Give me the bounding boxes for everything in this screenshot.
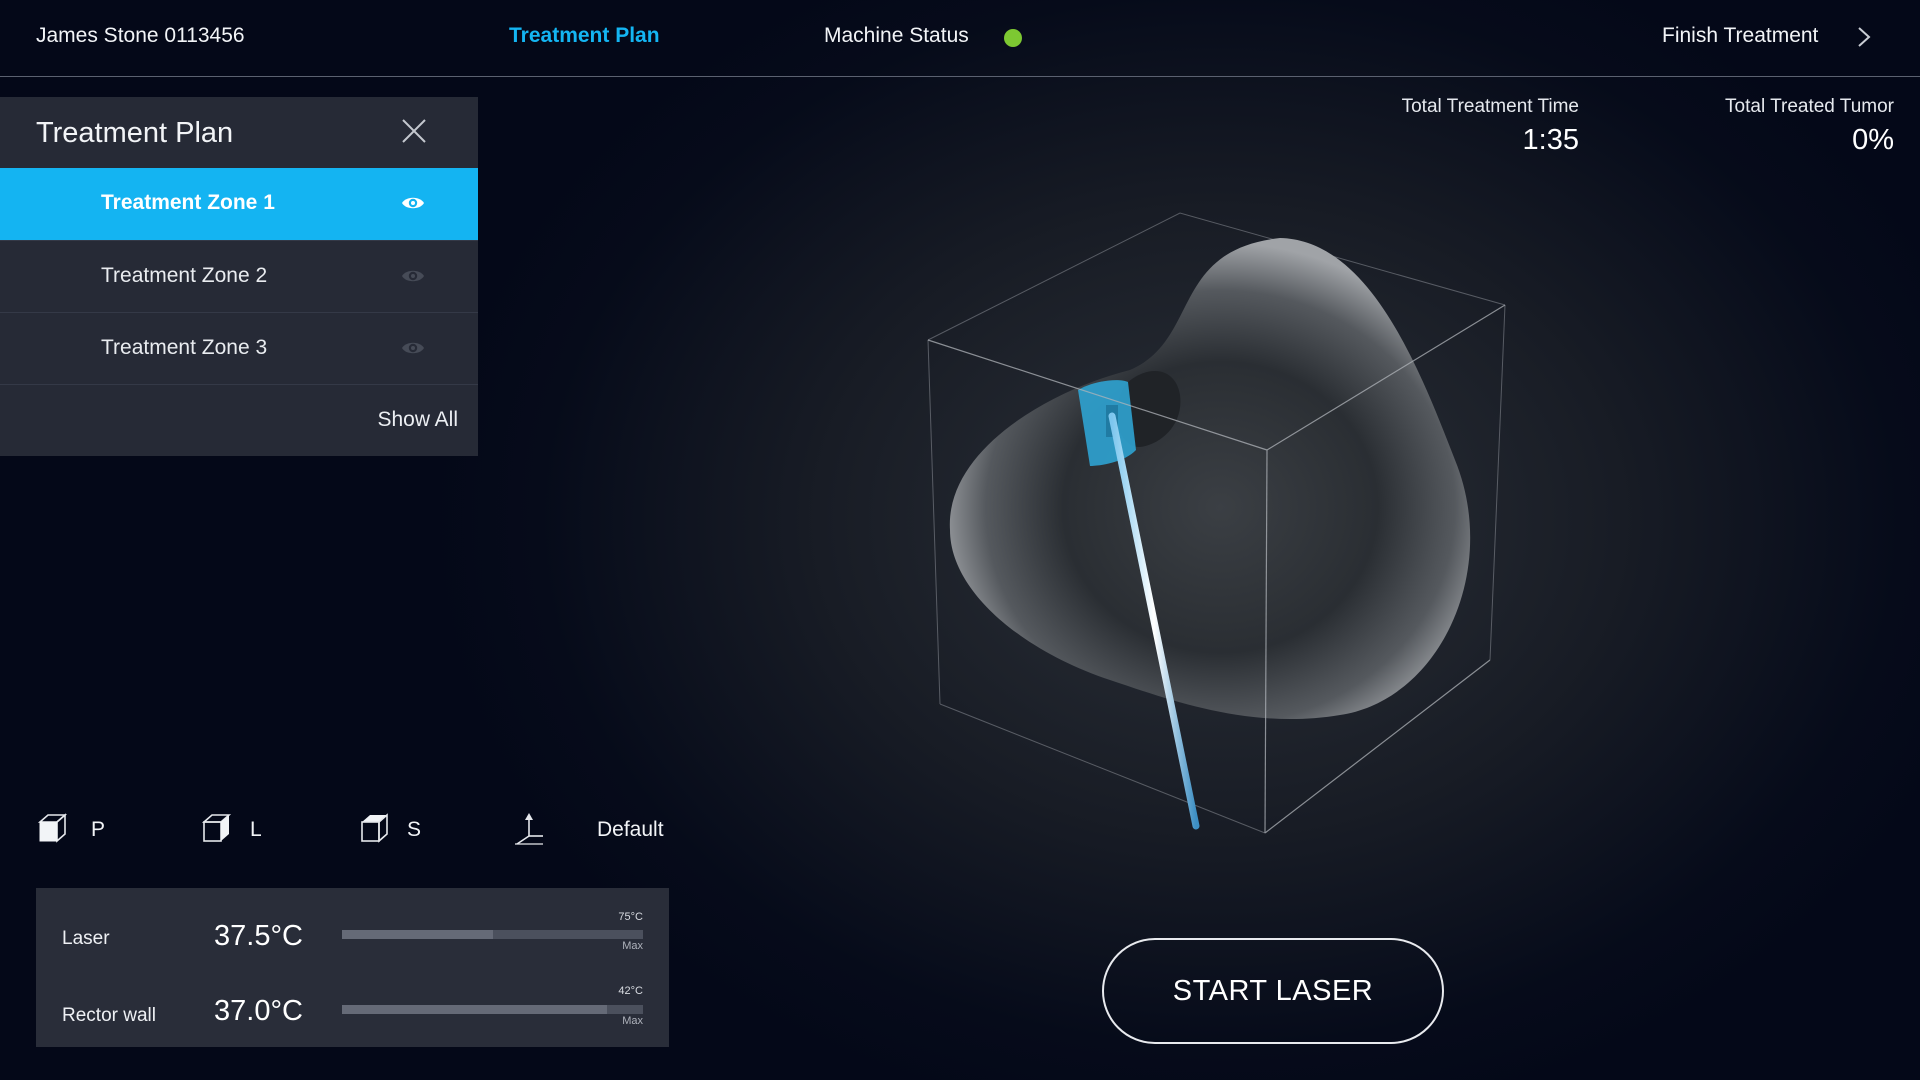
view-s-button[interactable]: S [358, 808, 468, 852]
tumor-volume [949, 238, 1471, 720]
start-laser-button[interactable]: START LASER [1102, 938, 1444, 1044]
stat-label: Total Treated Tumor [1725, 96, 1894, 117]
stat-value: 0% [1852, 124, 1894, 156]
zone-label: Treatment Zone 2 [101, 264, 268, 287]
view-p-button[interactable]: P [36, 808, 146, 852]
laser-temperature-row: Laser 37.5°C 75°C Max [36, 908, 669, 968]
treatment-zone-3[interactable]: Treatment Zone 3 [0, 312, 478, 384]
view-l-button[interactable]: L [200, 808, 310, 852]
machine-status-label[interactable]: Machine Status [824, 24, 969, 48]
eye-icon[interactable] [400, 190, 426, 216]
view-label: Default [597, 818, 664, 841]
finish-treatment-button[interactable]: Finish Treatment [1662, 24, 1818, 48]
patient-name: James Stone 0113456 [36, 24, 245, 47]
show-all-button[interactable]: Show All [377, 408, 458, 432]
cube-front-icon [37, 813, 68, 843]
cube-top-icon [361, 813, 388, 843]
view-label: L [250, 818, 262, 841]
stat-value: 1:35 [1522, 124, 1579, 156]
temp-bar [342, 1005, 643, 1014]
close-icon[interactable] [400, 117, 428, 145]
temperature-panel: Laser 37.5°C 75°C Max Rector wall 37.0°C… [36, 888, 669, 1047]
temp-value: 37.5°C [214, 920, 303, 952]
panel-header: Treatment Plan [0, 97, 478, 168]
show-all-row: Show All [0, 384, 478, 456]
axes-icon [515, 813, 543, 845]
view-default-button[interactable]: Default [513, 808, 664, 852]
zone-label: Treatment Zone 1 [101, 191, 275, 214]
treatment-zone-2[interactable]: Treatment Zone 2 [0, 240, 478, 312]
cube-side-icon [201, 814, 232, 842]
3d-viewer[interactable] [900, 190, 1540, 850]
treatment-zone-1[interactable]: Treatment Zone 1 [0, 168, 478, 240]
view-label: P [91, 818, 106, 841]
view-controls: P L S Default [36, 808, 664, 852]
rector-wall-temperature-row: Rector wall 37.0°C 42°C Max [36, 985, 669, 1045]
eye-icon[interactable] [400, 263, 426, 289]
panel-title: Treatment Plan [36, 117, 234, 149]
temp-bar-fill [342, 930, 493, 939]
temp-max: 42°C [618, 985, 643, 997]
chevron-right-icon[interactable] [1852, 25, 1876, 49]
temp-max-label: Max [622, 1015, 643, 1027]
temp-max: 75°C [618, 911, 643, 923]
total-treatment-time: Total Treatment Time 1:35 [1402, 96, 1579, 157]
temp-label: Laser [62, 928, 110, 949]
view-label: S [407, 818, 422, 841]
zone-label: Treatment Zone 3 [101, 336, 268, 359]
treatment-plan-panel: Treatment Plan Treatment Zone 1 Treatmen… [0, 97, 478, 456]
top-bar: James Stone 0113456 Treatment Plan Machi… [0, 0, 1920, 77]
machine-status-indicator [1004, 29, 1022, 47]
tab-treatment-plan[interactable]: Treatment Plan [509, 24, 660, 48]
temp-bar-fill [342, 1005, 607, 1014]
eye-icon[interactable] [400, 335, 426, 361]
temp-label: Rector wall [62, 1005, 156, 1026]
temp-value: 37.0°C [214, 995, 303, 1027]
temp-bar [342, 930, 643, 939]
total-treated-tumor: Total Treated Tumor 0% [1725, 96, 1894, 157]
stat-label: Total Treatment Time [1401, 96, 1579, 117]
temp-max-label: Max [622, 940, 643, 952]
